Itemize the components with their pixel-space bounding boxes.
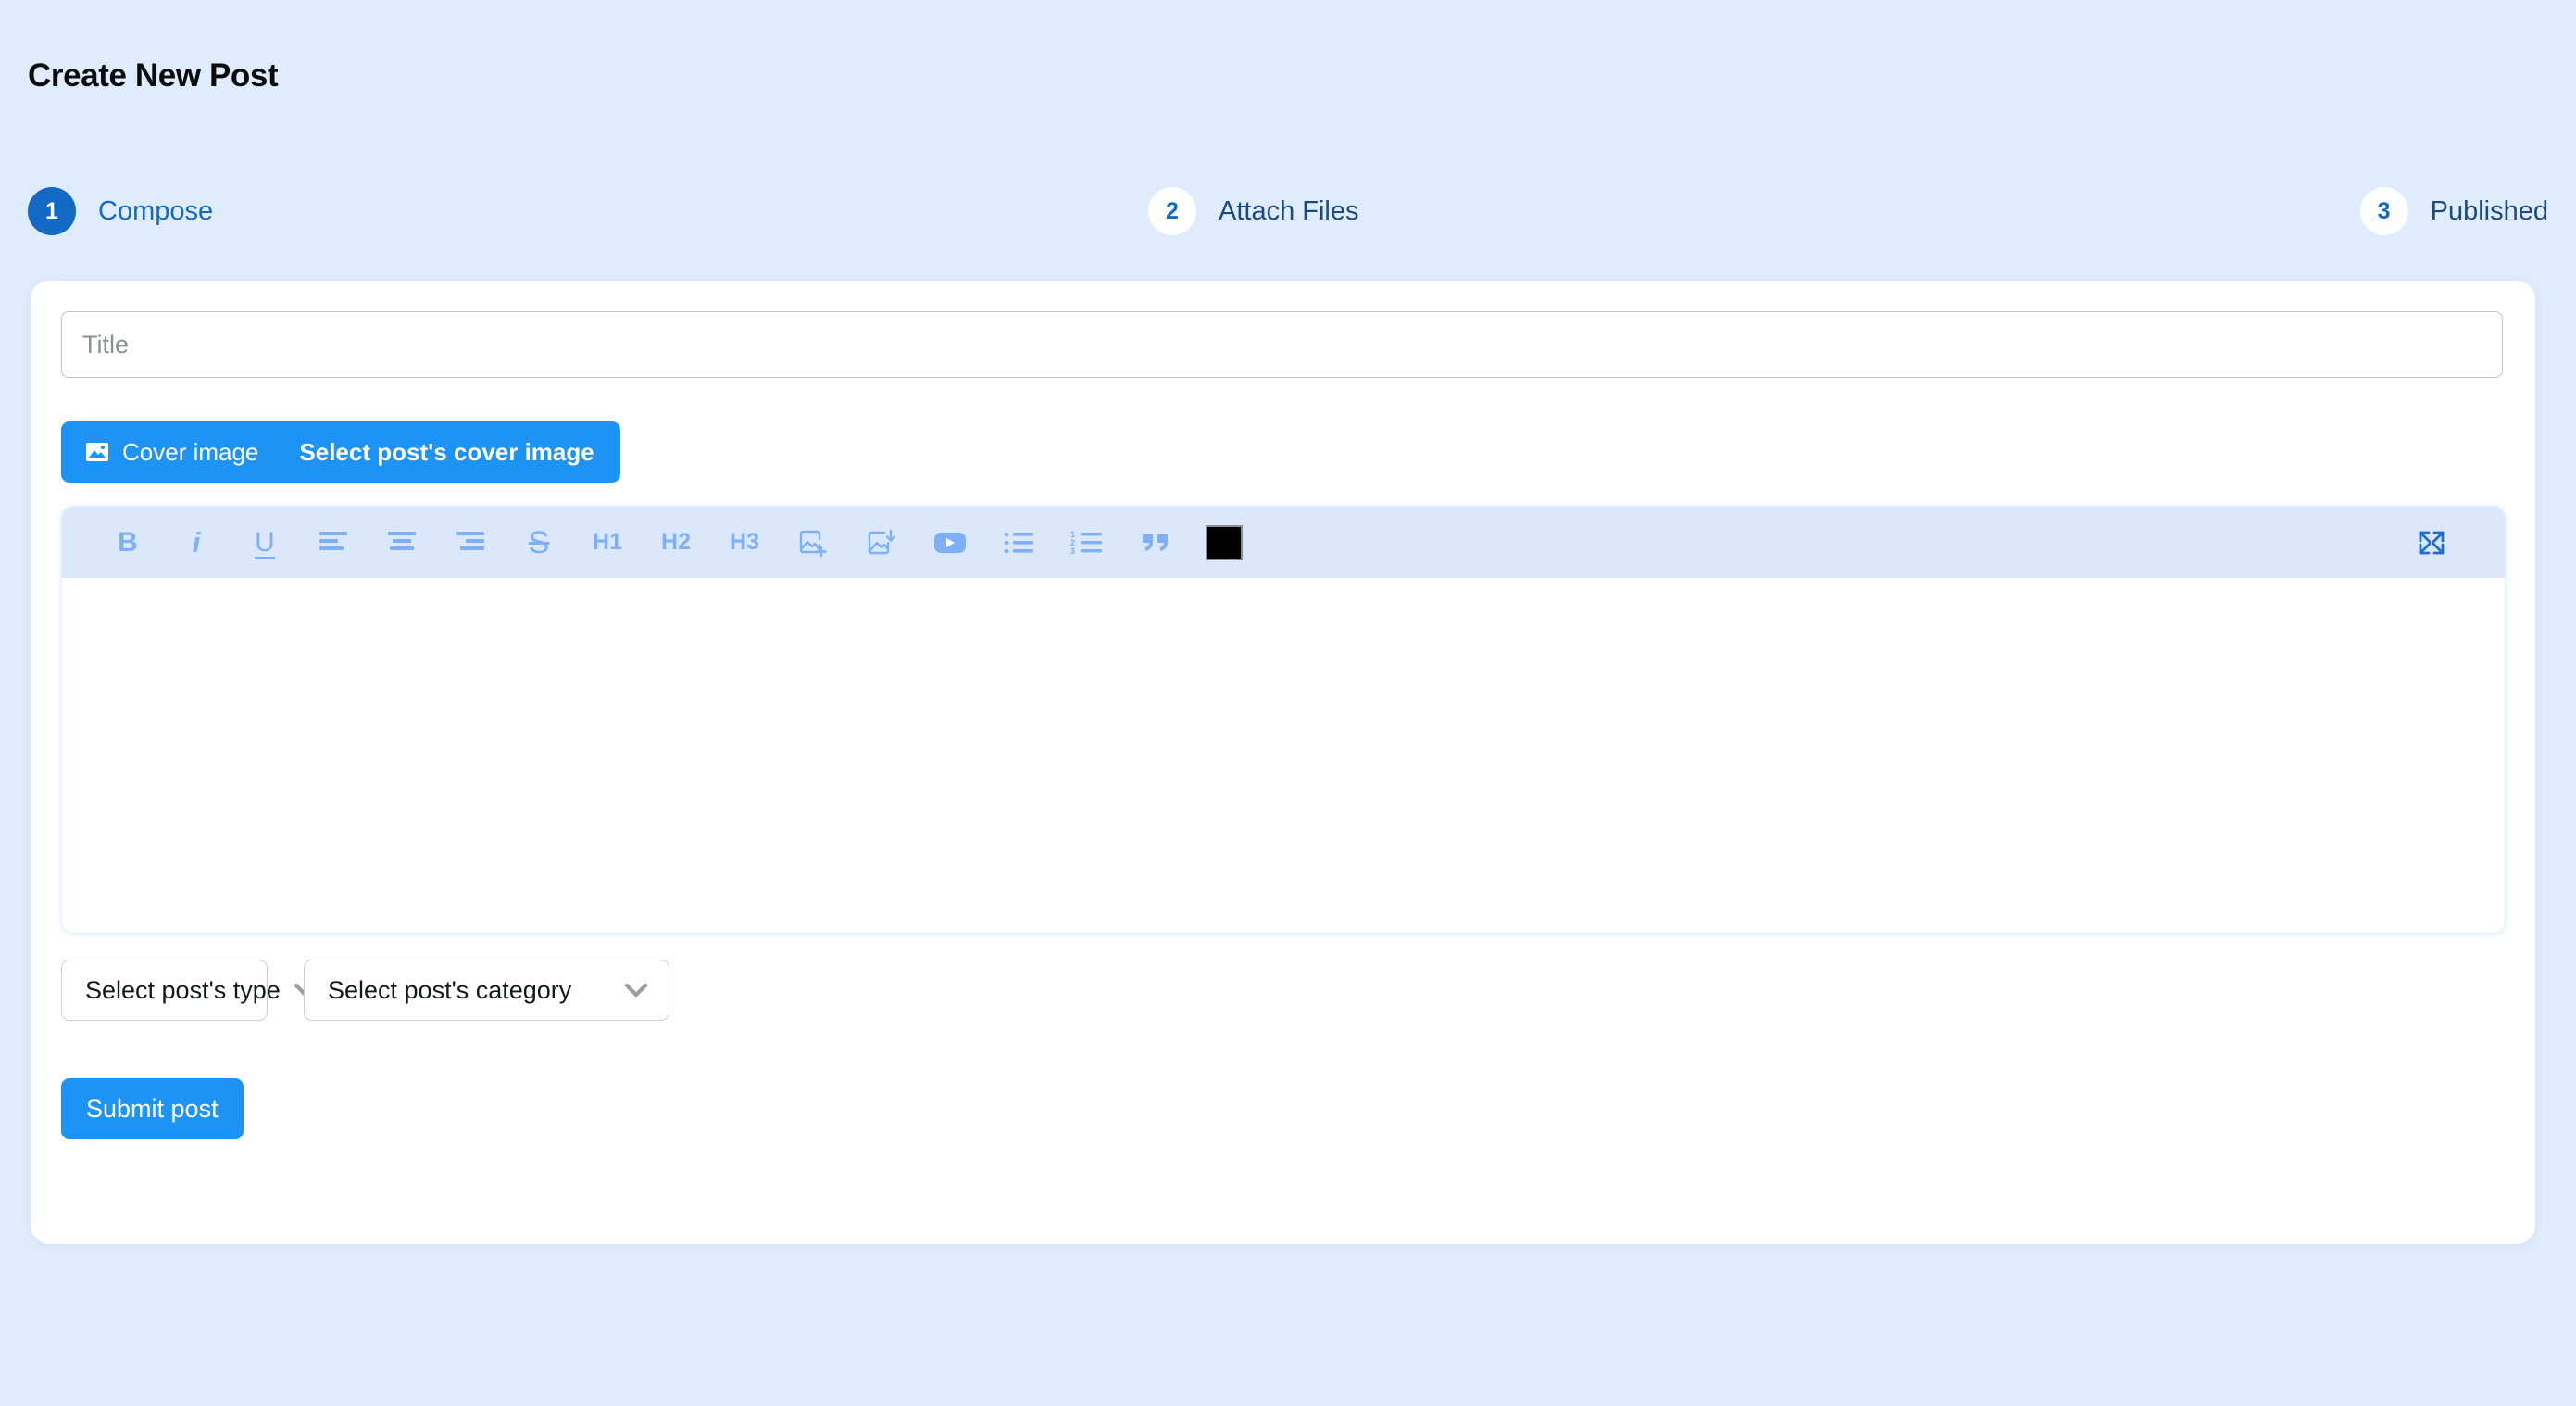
heading-2-icon[interactable]: H2 [642, 516, 710, 570]
step-3-number: 3 [2359, 187, 2408, 235]
post-category-select-value: Select post's category [328, 975, 572, 1004]
rich-text-editor: B i U S H1 H2 H3 1 2 3 [61, 506, 2506, 934]
cover-image-value: Select post's cover image [299, 437, 594, 466]
step-2-label: Attach Files [1219, 195, 1359, 226]
text-color-icon[interactable] [1190, 516, 1258, 570]
numbered-list-icon[interactable]: 1 2 3 [1053, 516, 1121, 570]
blockquote-icon[interactable] [1121, 516, 1190, 570]
submit-post-button[interactable]: Submit post [61, 1078, 244, 1139]
bold-icon[interactable]: B [94, 516, 162, 570]
cover-image-button[interactable]: Cover image Select post's cover image [61, 421, 620, 483]
cover-image-label: Cover image [122, 437, 259, 466]
page-title: Create New Post [28, 57, 279, 94]
editor-toolbar: B i U S H1 H2 H3 1 2 3 [62, 507, 2505, 578]
insert-video-icon[interactable] [916, 516, 984, 570]
fullscreen-icon[interactable] [2397, 516, 2466, 570]
italic-icon[interactable]: i [162, 516, 231, 570]
chevron-down-icon [624, 983, 648, 998]
step-attach-files[interactable]: 2 Attach Files [1148, 187, 1359, 235]
post-type-select[interactable]: Select post's type [61, 960, 317, 1021]
heading-3-icon[interactable]: H3 [710, 516, 779, 570]
select-row: Select post's type Select post's categor… [61, 960, 669, 1021]
create-post-card: Cover image Select post's cover image B … [31, 281, 2535, 1244]
add-image-icon[interactable] [779, 516, 847, 570]
image-icon [85, 441, 109, 463]
step-3-label: Published [2430, 195, 2548, 226]
step-published[interactable]: 3 Published [2359, 187, 2548, 235]
step-2-number: 2 [1148, 187, 1196, 235]
post-type-select-value: Select post's type [85, 975, 281, 1004]
underline-icon[interactable]: U [231, 516, 299, 570]
bullet-list-icon[interactable] [984, 516, 1053, 570]
step-compose[interactable]: 1 Compose [28, 187, 213, 235]
align-center-icon[interactable] [368, 516, 436, 570]
editor-content-area[interactable] [62, 578, 2505, 933]
step-1-number: 1 [28, 187, 76, 235]
text-color-swatch [1206, 524, 1243, 560]
svg-text:3: 3 [1070, 546, 1075, 556]
heading-1-icon[interactable]: H1 [573, 516, 642, 570]
step-1-label: Compose [98, 195, 214, 226]
progress-stepper: 1 Compose 2 Attach Files 3 Published [28, 178, 2548, 245]
title-input[interactable] [61, 311, 2503, 378]
strikethrough-icon[interactable]: S [505, 516, 573, 570]
align-right-icon[interactable] [436, 516, 505, 570]
align-left-icon[interactable] [299, 516, 368, 570]
post-category-select[interactable]: Select post's category [304, 960, 669, 1021]
upload-image-icon[interactable] [847, 516, 916, 570]
